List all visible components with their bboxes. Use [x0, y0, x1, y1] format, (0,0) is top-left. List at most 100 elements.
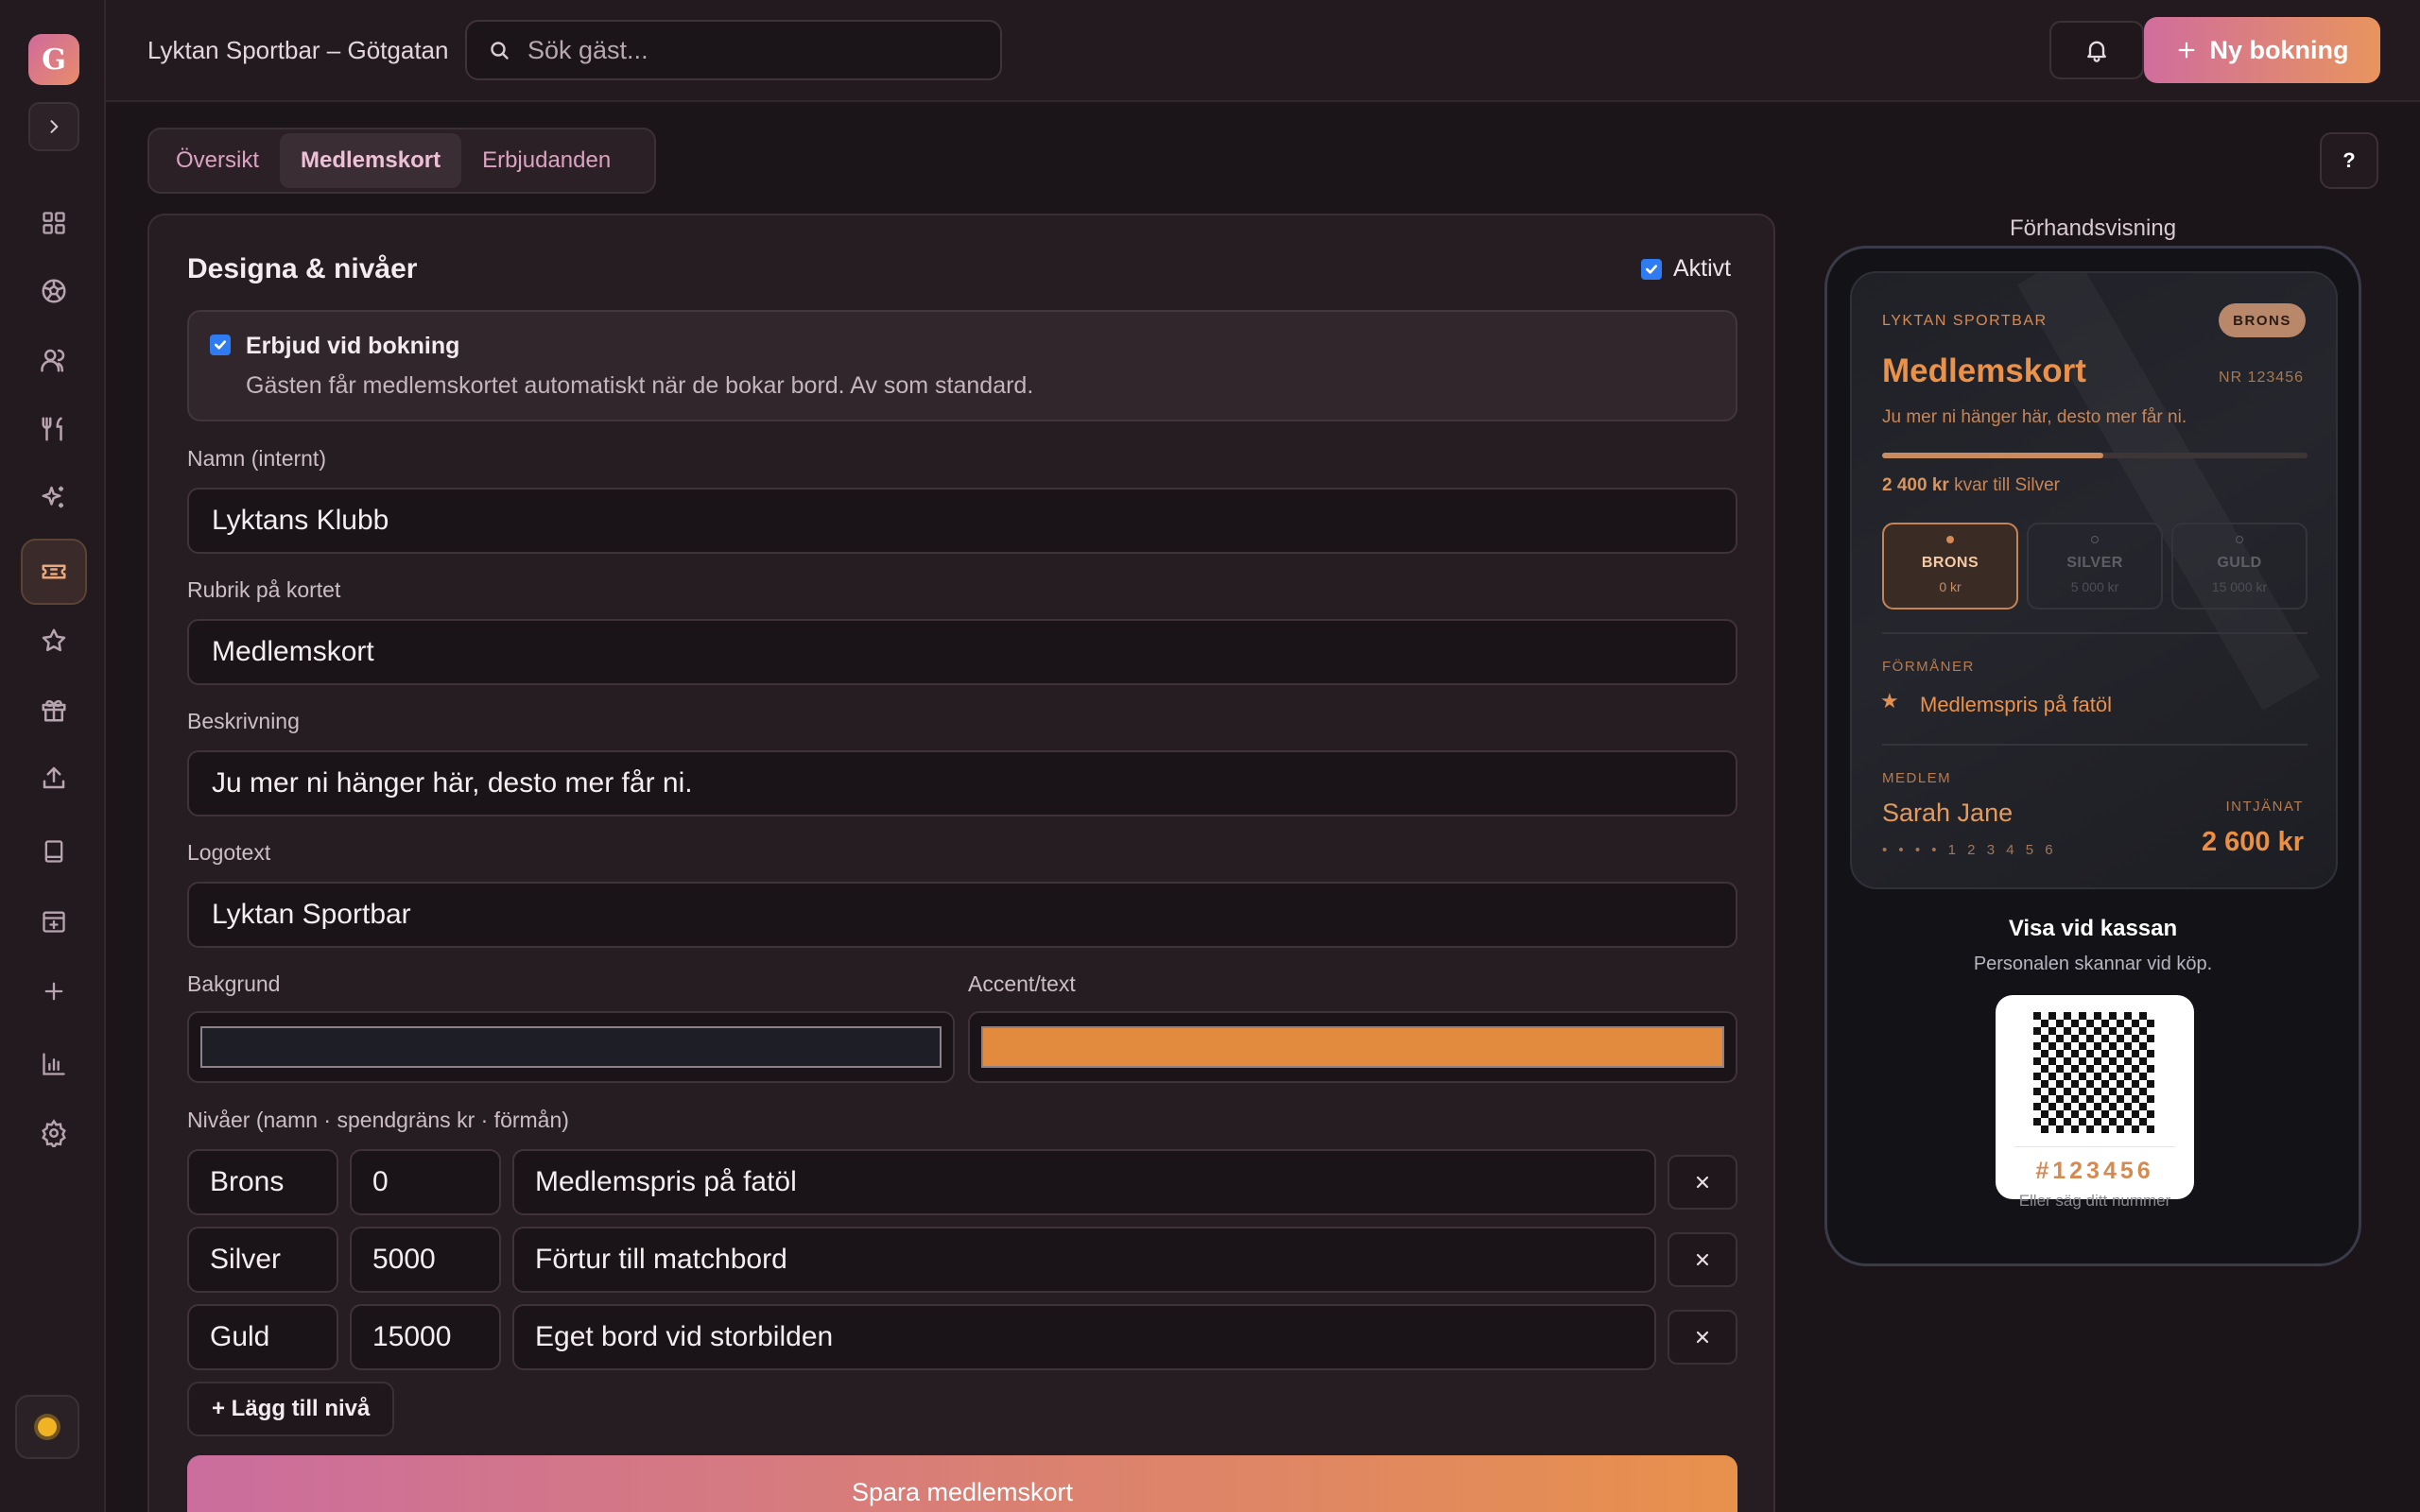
- utensils-icon: [42, 417, 62, 441]
- earned-value: 2 600 kr: [2201, 827, 2304, 857]
- remove-tier-button[interactable]: [1668, 1232, 1737, 1287]
- tier-name: GULD: [2217, 555, 2262, 571]
- logo-letter: G: [42, 43, 66, 77]
- member-name: Sarah Jane: [1882, 799, 2014, 827]
- section-tabs: Översikt Medlemskort Erbjudanden: [147, 128, 656, 194]
- notifications-button[interactable]: [2049, 21, 2144, 79]
- settings-icon: [42, 1119, 66, 1147]
- remove-tier-button[interactable]: [1668, 1310, 1737, 1365]
- upload-icon: [43, 766, 65, 789]
- remove-tier-button[interactable]: [1668, 1155, 1737, 1210]
- design-levels-card: Designa & nivåer Aktivt Erbjud vid bokni…: [147, 214, 1775, 1512]
- soccer-ball-icon: [42, 279, 66, 303]
- active-checkbox[interactable]: [1641, 258, 1662, 280]
- sidebar-item-dashboard[interactable]: [21, 190, 87, 256]
- sidebar-item-events[interactable]: [21, 888, 87, 954]
- tier-threshold-input[interactable]: 15000: [350, 1304, 501, 1370]
- plus-icon: [44, 982, 63, 1001]
- sun-icon: [38, 1418, 57, 1436]
- offer-description: Gästen får medlemskortet automatiskt när…: [246, 372, 1034, 399]
- remaining-text: kvar till Silver: [1948, 475, 2060, 495]
- accent-label: Accent/text: [968, 971, 1076, 996]
- accent-color-swatch: [981, 1026, 1724, 1068]
- sidebar-item-ai[interactable]: [21, 464, 87, 530]
- sidebar-item-guests[interactable]: [21, 327, 87, 393]
- calendar-plus-icon: [43, 911, 65, 933]
- membership-card-preview: LYKTAN SPORTBAR BRONS Medlemskort NR 123…: [1850, 271, 2338, 889]
- sidebar-item-settings[interactable]: [21, 1100, 87, 1166]
- tier-box-silver: SILVER 5 000 kr: [2027, 523, 2163, 610]
- logo-text-input[interactable]: Lyktan Sportbar: [187, 882, 1737, 948]
- tier-badge: BRONS: [2219, 303, 2306, 337]
- bell-icon: [2087, 41, 2106, 62]
- sidebar-item-matches[interactable]: [21, 258, 87, 324]
- tier-name-input[interactable]: Silver: [187, 1227, 338, 1293]
- expand-sidebar-button[interactable]: [28, 102, 79, 151]
- sidebar-item-kiosk[interactable]: [21, 818, 87, 885]
- background-color-picker[interactable]: [187, 1011, 955, 1083]
- guest-search[interactable]: [465, 20, 1002, 80]
- description-input[interactable]: Ju mer ni hänger här, desto mer får ni.: [187, 750, 1737, 816]
- checkmark-icon: [1646, 264, 1657, 274]
- tier-name: BRONS: [1921, 555, 1979, 571]
- plus-icon: [2178, 42, 2194, 59]
- tier-threshold-input[interactable]: 5000: [350, 1227, 501, 1293]
- card-description: Ju mer ni hänger här, desto mer får ni.: [1882, 407, 2187, 427]
- divider: [1882, 744, 2308, 746]
- tier-dot: [2236, 536, 2243, 543]
- tier-min: 0 kr: [1939, 579, 1962, 594]
- checkout-title: Visa vid kassan: [2008, 916, 2178, 941]
- sidebar-item-reports[interactable]: [21, 1031, 87, 1097]
- qr-hint: Eller säg ditt nummer: [2018, 1192, 2171, 1210]
- new-booking-button[interactable]: Ny bokning: [2144, 17, 2380, 83]
- preview-label: Förhandsvisning: [2009, 215, 2177, 241]
- qr-member-number: #123456: [2035, 1158, 2154, 1184]
- card-title: Designa & nivåer: [187, 253, 418, 284]
- sidebar-item-favorites[interactable]: [21, 608, 87, 674]
- divider: [2014, 1146, 2175, 1147]
- remaining-amount: 2 400 kr: [1882, 475, 1949, 495]
- help-button[interactable]: ?: [2320, 132, 2378, 189]
- qr-code-icon: [2033, 1012, 2154, 1133]
- tab-offers[interactable]: Erbjudanden: [461, 133, 631, 188]
- offer-title: Erbjud vid bokning: [246, 333, 460, 359]
- active-toggle[interactable]: Aktivt: [1641, 255, 1731, 283]
- sidebar-item-menu[interactable]: [21, 396, 87, 462]
- add-tier-button[interactable]: + Lägg till nivå: [187, 1382, 395, 1436]
- tier-name: SILVER: [2066, 555, 2123, 571]
- save-membership-card-button[interactable]: Spara medlemskort: [187, 1455, 1737, 1512]
- checkmark-icon: [215, 340, 226, 350]
- sidebar-item-membership[interactable]: [21, 539, 87, 605]
- close-icon: [1696, 1176, 1709, 1189]
- accent-color-picker[interactable]: [968, 1011, 1737, 1083]
- sidebar-item-gifts[interactable]: [21, 677, 87, 743]
- tier-min: 5 000 kr: [2070, 579, 2119, 594]
- heading-label: Rubrik på kortet: [187, 577, 341, 602]
- perk-text: Medlemspris på fatöl: [1920, 693, 2112, 716]
- offer-checkbox[interactable]: [210, 335, 231, 355]
- tier-perk-input[interactable]: Eget bord vid storbilden: [512, 1304, 1656, 1370]
- tier-threshold-input[interactable]: 0: [350, 1149, 501, 1215]
- member-label: MEDLEM: [1882, 770, 1952, 786]
- sidebar: G: [0, 0, 106, 1512]
- name-label: Namn (internt): [187, 446, 326, 471]
- tier-name-input[interactable]: Guld: [187, 1304, 338, 1370]
- sidebar-item-export[interactable]: [21, 745, 87, 811]
- tier-perk-input[interactable]: Förtur till matchbord: [512, 1227, 1656, 1293]
- search-input[interactable]: [527, 35, 962, 65]
- tier-box-gold: GULD 15 000 kr: [2171, 523, 2308, 610]
- tab-membership-card[interactable]: Medlemskort: [280, 133, 462, 188]
- card-number: NR 123456: [2219, 369, 2304, 386]
- tier-perk-input[interactable]: Medlemspris på fatöl: [512, 1149, 1656, 1215]
- theme-toggle-button[interactable]: [15, 1395, 79, 1459]
- app-logo[interactable]: G: [28, 34, 79, 85]
- tablet-icon: [44, 840, 63, 863]
- name-input[interactable]: Lyktans Klubb: [187, 488, 1737, 554]
- gift-icon: [42, 699, 66, 722]
- description-label: Beskrivning: [187, 709, 300, 733]
- heading-input[interactable]: Medlemskort: [187, 619, 1737, 685]
- tab-overview[interactable]: Översikt: [155, 133, 280, 188]
- tier-name-input[interactable]: Brons: [187, 1149, 338, 1215]
- close-icon: [1696, 1253, 1709, 1266]
- sidebar-item-add[interactable]: [21, 958, 87, 1024]
